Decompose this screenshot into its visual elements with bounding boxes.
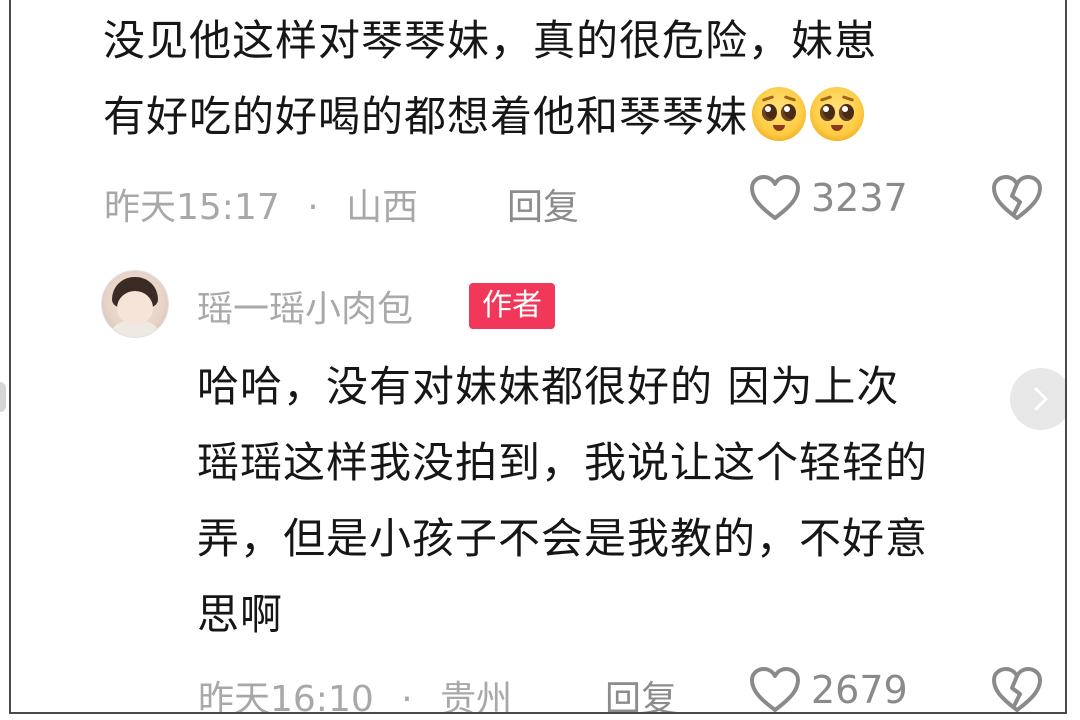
comment-line: 没见他这样对琴琴妹，真的很危险，妹崽 [103, 16, 878, 65]
comment-panel: 没见他这样对琴琴妹，真的很危险，妹崽 有好吃的好喝的都想着他和琴琴妹 昨天15:… [9, 0, 1067, 714]
reply-button[interactable]: 回复 [605, 670, 677, 712]
reply-body: 哈哈，没有对妹妹都很好的 因为上次 瑶瑶这样我没拍到，我说让这个轻轻的 弄，但是… [197, 349, 928, 653]
reply-line: 哈哈，没有对妹妹都很好的 因为上次 [197, 362, 900, 411]
reply-time: 昨天16:10 [198, 679, 374, 714]
dislike-button[interactable] [991, 174, 1043, 226]
dislike-button[interactable] [991, 666, 1043, 712]
like-button[interactable]: 3237 [749, 174, 908, 222]
next-button[interactable] [1010, 368, 1065, 430]
avatar[interactable] [101, 270, 169, 338]
heart-outline-icon [750, 667, 800, 712]
heart-outline-icon [750, 175, 800, 220]
reply-button[interactable]: 回复 [507, 178, 579, 230]
pleading-face-emoji [752, 87, 807, 141]
comment-location: 山西 [346, 187, 419, 228]
pleading-face-emoji [810, 87, 865, 141]
reply-meta: 昨天16:10 · 贵州 [198, 670, 513, 714]
scroll-handle[interactable] [0, 382, 6, 412]
broken-heart-icon [992, 667, 1042, 712]
comment-body: 没见他这样对琴琴妹，真的很危险，妹崽 有好吃的好喝的都想着他和琴琴妹 [103, 3, 877, 155]
broken-heart-icon [992, 175, 1042, 220]
like-button[interactable]: 2679 [749, 666, 908, 712]
comment-line: 有好吃的好喝的都想着他和琴琴妹 [103, 79, 877, 155]
like-count: 2679 [811, 668, 908, 712]
comment-meta: 昨天15:17 · 山西 [104, 178, 418, 230]
reply-location: 贵州 [440, 679, 513, 714]
meta-separator: · [307, 187, 319, 228]
reply-username[interactable]: 瑶一瑶小肉包 [197, 280, 413, 332]
comment-time: 昨天15:17 [104, 187, 280, 228]
author-badge: 作者 [469, 283, 555, 329]
reply-line: 思啊 [197, 590, 284, 639]
like-count: 3237 [811, 176, 908, 220]
reply-line: 瑶瑶这样我没拍到，我说让这个轻轻的 [197, 438, 929, 487]
reply-line: 弄，但是小孩子不会是我教的，不好意 [197, 514, 929, 563]
meta-separator: · [401, 679, 413, 714]
chevron-right-icon [1034, 387, 1048, 411]
